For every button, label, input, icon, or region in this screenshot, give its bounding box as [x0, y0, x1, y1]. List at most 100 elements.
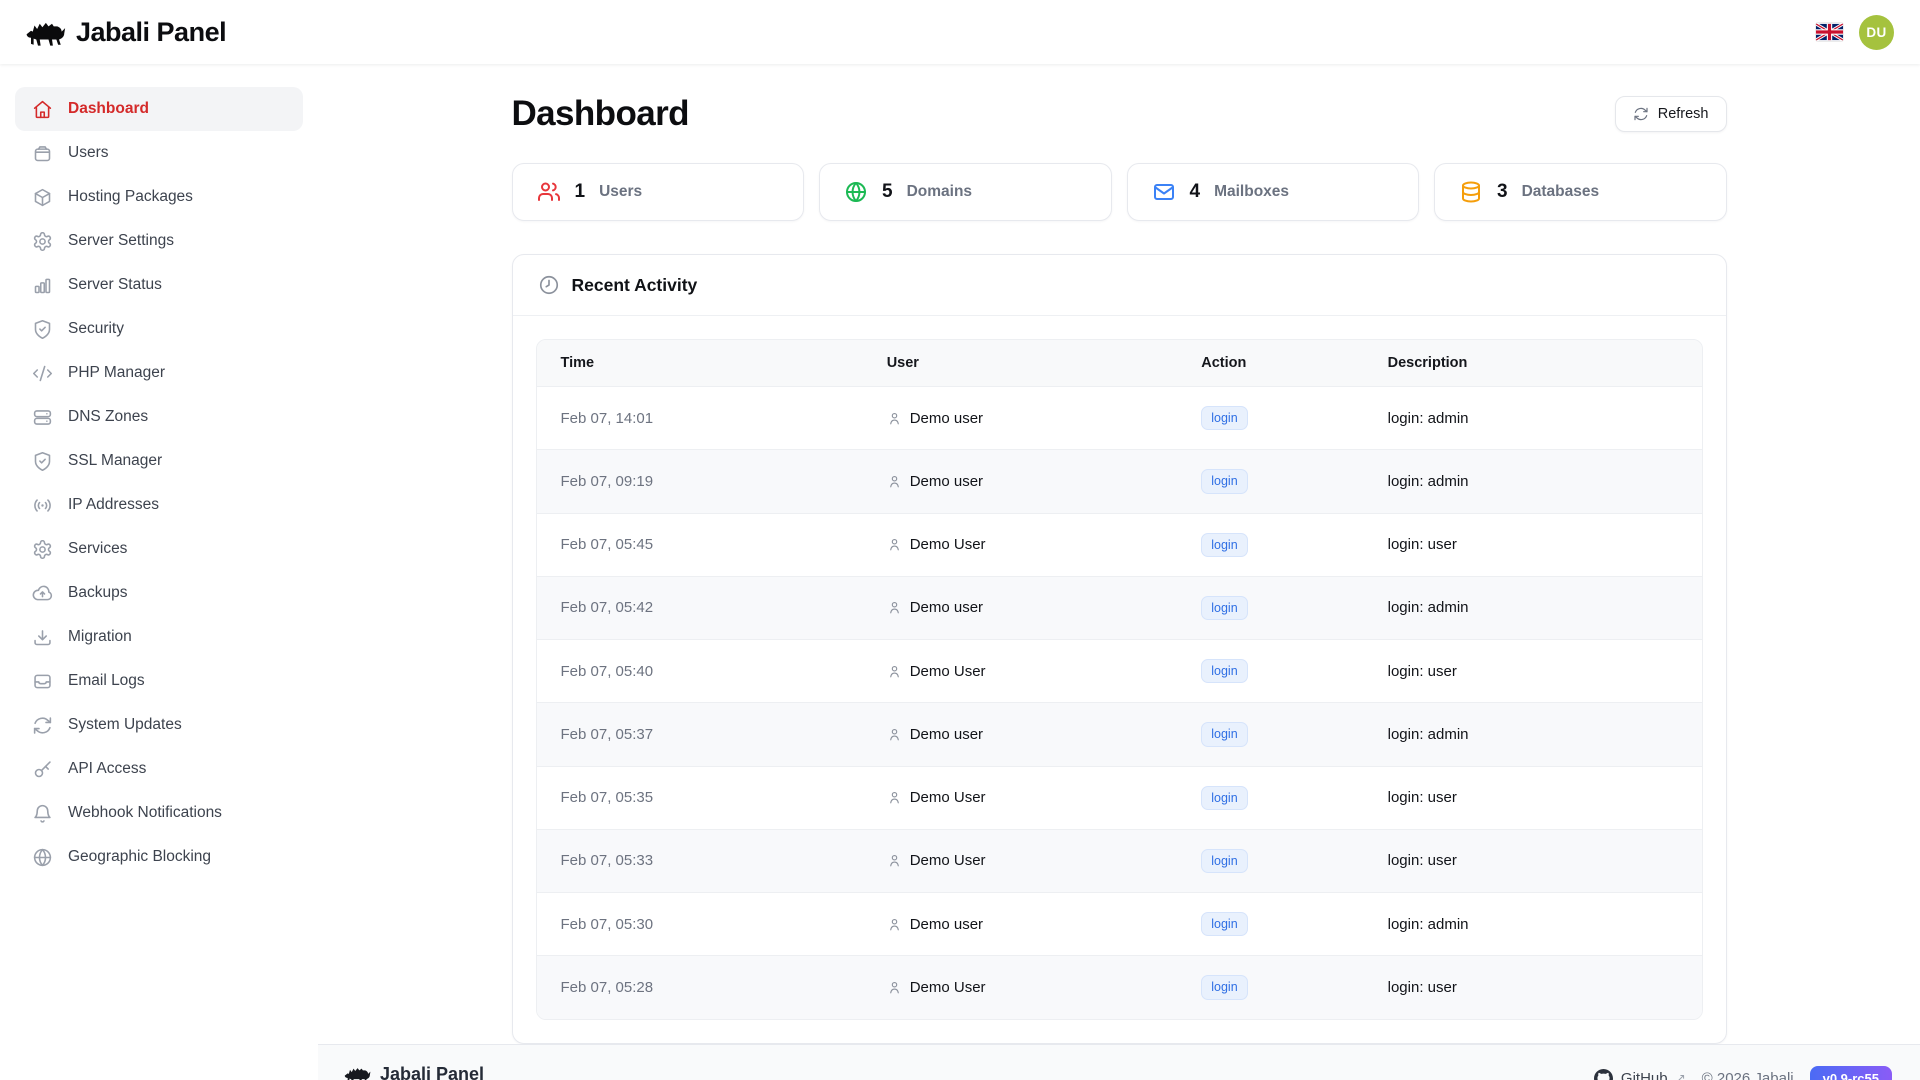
action-badge: login [1201, 849, 1247, 873]
stat-label: Databases [1522, 183, 1600, 201]
cell-time: Feb 07, 05:37 [537, 703, 863, 766]
sidebar-item-backups[interactable]: Backups [15, 571, 303, 615]
action-badge: login [1201, 912, 1247, 936]
table-row: Feb 07, 05:33 Demo User login login: use… [537, 829, 1702, 892]
top-bar: Jabali Panel DU [0, 0, 1920, 64]
refresh-button[interactable]: Refresh [1615, 96, 1727, 132]
action-badge: login [1201, 596, 1247, 620]
table-row: Feb 07, 09:19 Demo user login login: adm… [537, 450, 1702, 513]
action-badge: login [1201, 533, 1247, 557]
github-icon [1594, 1069, 1613, 1080]
sidebar-item-label: Server Status [68, 276, 162, 294]
sidebar-item-dns-zones[interactable]: DNS Zones [15, 395, 303, 439]
sidebar-item-server-status[interactable]: Server Status [15, 263, 303, 307]
sidebar-item-label: PHP Manager [68, 364, 165, 382]
sidebar-item-label: SSL Manager [68, 452, 162, 470]
person-icon [887, 537, 902, 552]
sidebar-item-security[interactable]: Security [15, 307, 303, 351]
sidebar-item-label: Geographic Blocking [68, 848, 211, 866]
github-link-label: GitHub [1621, 1070, 1668, 1080]
bell-icon [32, 803, 53, 824]
sidebar-item-migration[interactable]: Migration [15, 615, 303, 659]
cell-description: login: user [1364, 640, 1702, 703]
user-avatar[interactable]: DU [1859, 15, 1894, 50]
sidebar-item-label: Webhook Notifications [68, 804, 222, 822]
cell-description: login: admin [1364, 450, 1702, 513]
cell-user: Demo user [910, 726, 983, 743]
table-row: Feb 07, 05:45 Demo User login login: use… [537, 513, 1702, 576]
column-header-user: User [863, 340, 1178, 387]
boar-logo-icon [343, 1063, 371, 1080]
cell-time: Feb 07, 05:42 [537, 576, 863, 639]
sidebar-item-ssl-manager[interactable]: SSL Manager [15, 439, 303, 483]
action-badge: login [1201, 469, 1247, 493]
refresh-icon [1633, 106, 1649, 122]
sidebar-item-server-settings[interactable]: Server Settings [15, 219, 303, 263]
sidebar-item-php-manager[interactable]: PHP Manager [15, 351, 303, 395]
broadcast-icon [32, 495, 53, 516]
bar-chart-icon [32, 275, 53, 296]
table-row: Feb 07, 05:42 Demo user login login: adm… [537, 576, 1702, 639]
sidebar-item-label: Hosting Packages [68, 188, 193, 206]
action-badge: login [1201, 975, 1247, 999]
action-badge: login [1201, 786, 1247, 810]
refresh-button-label: Refresh [1658, 106, 1709, 122]
sidebar-item-services[interactable]: Services [15, 527, 303, 571]
package-icon [32, 187, 53, 208]
cell-user: Demo User [910, 789, 986, 806]
sidebar-item-api-access[interactable]: API Access [15, 747, 303, 791]
cell-description: login: admin [1364, 576, 1702, 639]
sidebar-item-ip-addresses[interactable]: IP Addresses [15, 483, 303, 527]
stat-value: 4 [1190, 181, 1201, 203]
cell-user: Demo User [910, 663, 986, 680]
sidebar-item-label: Dashboard [68, 100, 149, 118]
sidebar-item-label: Email Logs [68, 672, 145, 690]
page-title: Dashboard [512, 94, 689, 134]
sidebar-nav: Dashboard Users Hosting Packages Server … [0, 64, 318, 1080]
table-row: Feb 07, 05:37 Demo user login login: adm… [537, 703, 1702, 766]
table-row: Feb 07, 05:30 Demo user login login: adm… [537, 893, 1702, 956]
language-flag-button[interactable] [1816, 23, 1843, 41]
sidebar-item-label: DNS Zones [68, 408, 148, 426]
globe-icon [32, 847, 53, 868]
sidebar-item-dashboard[interactable]: Dashboard [15, 87, 303, 131]
sidebar-item-label: IP Addresses [68, 496, 159, 514]
stat-card-users[interactable]: 1 Users [512, 163, 805, 221]
sidebar-item-hosting-packages[interactable]: Hosting Packages [15, 175, 303, 219]
stat-card-databases[interactable]: 3 Databases [1434, 163, 1727, 221]
globe-stat-icon [844, 180, 868, 204]
stat-value: 5 [882, 181, 893, 203]
cell-description: login: user [1364, 513, 1702, 576]
cell-user: Demo User [910, 979, 986, 996]
sidebar-item-system-updates[interactable]: System Updates [15, 703, 303, 747]
sidebar-item-email-logs[interactable]: Email Logs [15, 659, 303, 703]
cell-time: Feb 07, 09:19 [537, 450, 863, 513]
recent-activity-title: Recent Activity [572, 275, 698, 296]
cell-time: Feb 07, 05:45 [537, 513, 863, 576]
cell-time: Feb 07, 05:40 [537, 640, 863, 703]
stat-card-domains[interactable]: 5 Domains [819, 163, 1112, 221]
mail-stat-icon [1152, 180, 1176, 204]
gear-icon [32, 539, 53, 560]
person-icon [887, 853, 902, 868]
table-row: Feb 07, 05:35 Demo User login login: use… [537, 766, 1702, 829]
shield-check-icon [32, 319, 53, 340]
person-icon [887, 474, 902, 489]
person-icon [887, 790, 902, 805]
github-link[interactable]: GitHub ↗ [1594, 1069, 1686, 1080]
version-badge: v0.9-rc55 [1810, 1066, 1892, 1080]
sidebar-item-webhook-notifications[interactable]: Webhook Notifications [15, 791, 303, 835]
column-header-description: Description [1364, 340, 1702, 387]
footer-copyright: © 2026 Jabali [1702, 1070, 1794, 1080]
action-badge: login [1201, 722, 1247, 746]
app-logo[interactable]: Jabali Panel [24, 15, 226, 50]
action-badge: login [1201, 659, 1247, 683]
sidebar-item-users[interactable]: Users [15, 131, 303, 175]
sidebar-item-label: Backups [68, 584, 127, 602]
cell-user: Demo User [910, 852, 986, 869]
person-icon [887, 727, 902, 742]
stat-card-mailboxes[interactable]: 4 Mailboxes [1127, 163, 1420, 221]
stat-label: Domains [907, 183, 972, 201]
sidebar-item-geographic-blocking[interactable]: Geographic Blocking [15, 835, 303, 879]
external-link-icon: ↗ [1676, 1071, 1686, 1080]
